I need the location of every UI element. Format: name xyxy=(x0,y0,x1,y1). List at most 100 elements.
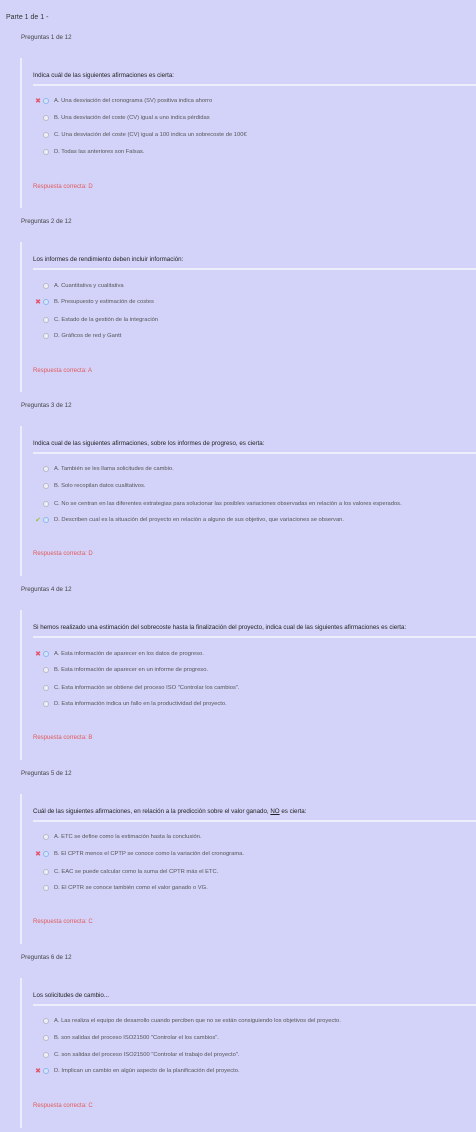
answer-option[interactable]: A. ETC se define como la estimación hast… xyxy=(33,832,202,841)
wrong-icon: ✖ xyxy=(35,650,41,658)
option-label: A. Cuantitativa y cualitativa xyxy=(54,282,124,289)
radio-button[interactable] xyxy=(43,131,49,138)
radio-button[interactable] xyxy=(43,868,49,875)
radio-button[interactable] xyxy=(43,148,49,155)
option-label: A. Las realiza el equipo de desarrollo c… xyxy=(54,1017,341,1024)
panel-left-border xyxy=(20,978,22,1128)
option-label: D. El CPTR se conoce también como el val… xyxy=(54,884,208,891)
answer-option[interactable]: C. Una desviación del coste (CV) igual a… xyxy=(33,130,247,139)
answer-option[interactable]: B. Solo recopilan datos cualitativos. xyxy=(33,481,146,490)
question-panel: Los solicitudes de cambio... A. Las real… xyxy=(20,978,476,1128)
option-label: D. Gráficos de red y Gantt xyxy=(54,332,122,339)
radio-button[interactable] xyxy=(43,332,49,339)
radio-button[interactable] xyxy=(43,666,49,673)
answer-option[interactable]: A. Cuantitativa y cualitativa xyxy=(33,281,124,290)
question-panel: Indica cual de las siguientes afirmacion… xyxy=(20,426,476,576)
option-label: B. Esta información de aparecer en un in… xyxy=(54,666,209,673)
panel-left-border xyxy=(20,794,22,944)
wrong-icon: ✖ xyxy=(35,1067,41,1075)
answer-option[interactable]: A. Las realiza el equipo de desarrollo c… xyxy=(33,1016,341,1025)
answer-option[interactable]: A. También se les llama solicitudes de c… xyxy=(33,464,174,473)
question-text: Cuál de las siguientes afirmaciones, en … xyxy=(33,808,307,815)
part-title: Parte 1 de 1 - xyxy=(6,14,49,21)
option-label: C. EAC se puede calcular como la suma de… xyxy=(54,868,219,875)
correct-answer: Respuesta correcta: D xyxy=(33,184,93,190)
option-label: A. También se les llama solicitudes de c… xyxy=(54,465,174,472)
answer-option[interactable]: B. Esta información de aparecer en un in… xyxy=(33,665,208,674)
wrong-icon: ✖ xyxy=(35,298,41,306)
answer-option[interactable]: ✖ D. Implican un cambio en algún aspecto … xyxy=(33,1066,240,1075)
question-header: Preguntas 4 de 12 xyxy=(21,586,72,593)
option-label: A. Una desviación del cronograma (SV) po… xyxy=(54,97,213,104)
radio-button[interactable] xyxy=(43,500,49,507)
emphasis-no: NO xyxy=(270,808,280,815)
correct-answer: Respuesta correcta: C xyxy=(33,1103,93,1109)
radio-button[interactable] xyxy=(43,516,49,523)
radio-button[interactable] xyxy=(43,482,49,489)
answer-option[interactable]: C. EAC se puede calcular como la suma de… xyxy=(33,867,218,876)
answer-option[interactable]: C. No se centran en las diferentes estra… xyxy=(33,499,402,508)
option-label: D. Implican un cambio en algún aspecto d… xyxy=(54,1067,240,1074)
panel-left-border xyxy=(20,242,22,392)
answer-option[interactable]: D. Todas las anteriores son Falsas. xyxy=(33,147,144,156)
option-label: C. No se centran en las diferentes estra… xyxy=(54,500,402,507)
correct-answer: Respuesta correcta: C xyxy=(33,919,93,925)
check-icon: ✔ xyxy=(35,516,41,524)
answer-option[interactable]: D. El CPTR se conoce también como el val… xyxy=(33,883,208,892)
panel-left-border xyxy=(20,610,22,760)
radio-button[interactable] xyxy=(43,833,49,840)
question-panel: Cuál de las siguientes afirmaciones, en … xyxy=(20,794,476,944)
radio-button[interactable] xyxy=(43,650,49,657)
option-label: C. Una desviación del coste (CV) igual a… xyxy=(54,131,247,138)
panel-left-border xyxy=(20,58,22,208)
question-text: Si hemos realizado una estimación del so… xyxy=(33,624,407,631)
radio-button[interactable] xyxy=(43,97,49,104)
radio-button[interactable] xyxy=(43,114,49,121)
option-label: B. Una desviación del coste (CV) igual a… xyxy=(54,114,210,121)
answer-option[interactable]: ✖ B. El CPTR menos el CPTP se conoce como… xyxy=(33,849,244,858)
answer-option[interactable]: B. son salidas del proceso ISO21500 "Con… xyxy=(33,1033,219,1042)
answer-option[interactable]: D. Esta información indica un fallo en l… xyxy=(33,699,227,708)
radio-button[interactable] xyxy=(43,1051,49,1058)
radio-button[interactable] xyxy=(43,700,49,707)
radio-button[interactable] xyxy=(43,298,49,305)
option-label: A. ETC se define como la estimación hast… xyxy=(54,833,202,840)
panel-left-border xyxy=(20,426,22,576)
answer-option[interactable]: C. Esta información se obtiene del proce… xyxy=(33,683,240,692)
option-label: C. son salidas del proceso ISO21500 "Con… xyxy=(54,1051,240,1058)
radio-button[interactable] xyxy=(43,850,49,857)
option-label: C. Esta información se obtiene del proce… xyxy=(54,684,240,691)
question-header: Preguntas 5 de 12 xyxy=(21,770,72,777)
option-label: A. Esta información de aparecer en los d… xyxy=(54,650,204,657)
option-label: B. El CPTR menos el CPTP se conoce como … xyxy=(54,850,244,857)
answer-option[interactable]: ✖ B. Presupuesto y estimación de costes xyxy=(33,297,154,306)
radio-button[interactable] xyxy=(43,1067,49,1074)
radio-button[interactable] xyxy=(43,1017,49,1024)
option-label: B. Presupuesto y estimación de costes xyxy=(54,298,154,305)
radio-button[interactable] xyxy=(43,1034,49,1041)
question-divider xyxy=(33,820,476,822)
radio-button[interactable] xyxy=(43,282,49,289)
answer-option[interactable]: C. son salidas del proceso ISO21500 "Con… xyxy=(33,1050,240,1059)
correct-answer: Respuesta correcta: B xyxy=(33,735,93,741)
question-header: Preguntas 6 de 12 xyxy=(21,954,72,961)
question-header: Preguntas 3 de 12 xyxy=(21,402,72,409)
answer-option[interactable]: C. Estado de la gestión de la integració… xyxy=(33,315,158,324)
answer-option[interactable]: D. Gráficos de red y Gantt xyxy=(33,331,121,340)
question-text: Los solicitudes de cambio... xyxy=(33,992,110,999)
answer-option[interactable]: B. Una desviación del coste (CV) igual a… xyxy=(33,113,210,122)
question-text: Los informes de rendimiento deben inclui… xyxy=(33,256,184,263)
question-divider xyxy=(33,452,476,454)
option-label: D. Esta información indica un fallo en l… xyxy=(54,700,227,707)
wrong-icon: ✖ xyxy=(35,97,41,105)
radio-button[interactable] xyxy=(43,316,49,323)
question-header: Preguntas 1 de 12 xyxy=(21,34,72,41)
radio-button[interactable] xyxy=(43,884,49,891)
radio-button[interactable] xyxy=(43,684,49,691)
answer-option[interactable]: ✖ A. Una desviación del cronograma (SV) p… xyxy=(33,96,212,105)
question-divider xyxy=(33,84,476,86)
option-label: B. Solo recopilan datos cualitativos. xyxy=(54,482,146,489)
answer-option[interactable]: ✔ D. Describen cual es la situación del p… xyxy=(33,515,344,524)
answer-option[interactable]: ✖ A. Esta información de aparecer en los … xyxy=(33,649,204,658)
radio-button[interactable] xyxy=(43,465,49,472)
